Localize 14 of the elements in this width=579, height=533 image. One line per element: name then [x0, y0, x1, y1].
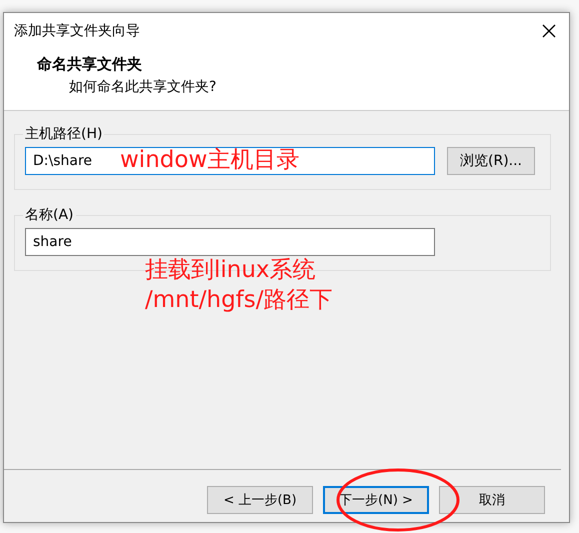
annotation-text: /mnt/hgfs/路径下 — [145, 286, 333, 315]
wizard-button[interactable]: 下一步(N) > — [323, 486, 429, 514]
wizard-button[interactable]: 取消 — [439, 486, 545, 514]
page-description: 如何命名此共享文件夹? — [68, 78, 218, 96]
input-field[interactable]: share — [25, 228, 435, 256]
close-icon[interactable] — [541, 23, 557, 39]
annotation-text: 挂载到linux系统 — [145, 256, 317, 285]
page-heading: 命名共享文件夹 — [37, 55, 143, 74]
window-title: 添加共享文件夹向导 — [14, 22, 140, 40]
field-label: 名称(A) — [24, 206, 75, 224]
field-label: 主机路径(H) — [24, 125, 104, 143]
annotation-text: window主机目录 — [120, 146, 300, 175]
browse-button[interactable]: 浏览(R)... — [447, 147, 536, 175]
wizard-button[interactable]: < 上一步(B) — [207, 486, 313, 514]
